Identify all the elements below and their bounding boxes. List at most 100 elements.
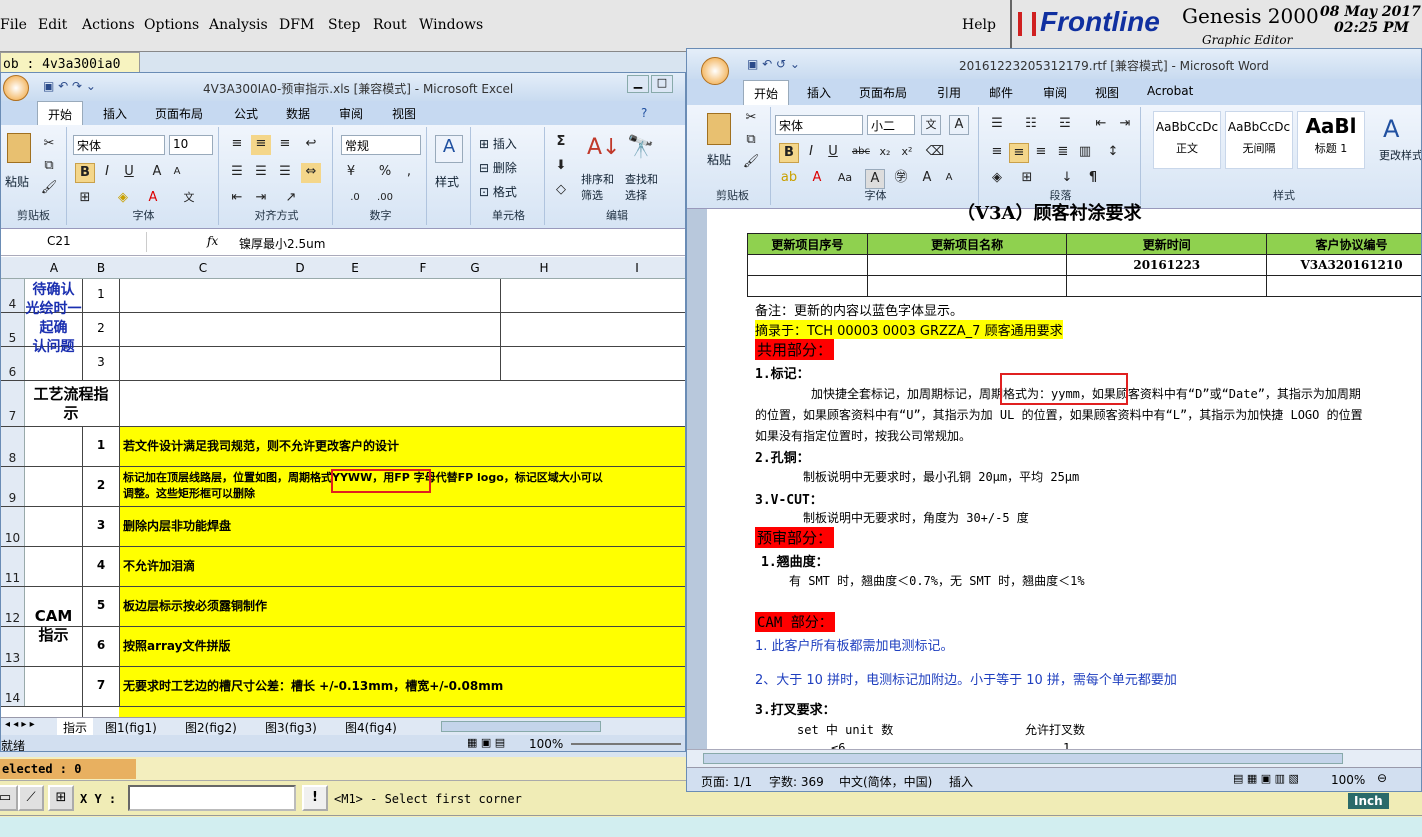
enclose-char-icon[interactable]: ㊫: [891, 169, 911, 189]
delete-cells-button[interactable]: ⊟ 删除: [479, 159, 517, 176]
col-a[interactable]: A: [25, 261, 83, 275]
col-d[interactable]: D: [287, 261, 313, 275]
sheet-grid[interactable]: 41 52 63 待确认 光绘时一起确 认问题 7 工艺流程指示 CAM 指示 …: [1, 279, 685, 717]
table-cell[interactable]: [747, 275, 868, 297]
table-cell[interactable]: [1266, 275, 1421, 297]
indent-increase-icon[interactable]: ⇥: [251, 189, 271, 209]
autosum-icon[interactable]: Σ: [551, 133, 571, 153]
col-b[interactable]: B: [83, 261, 119, 275]
paste-button[interactable]: 粘贴: [707, 151, 731, 168]
numbering-icon[interactable]: ☷: [1021, 115, 1041, 135]
justify-icon[interactable]: ≣: [1053, 143, 1073, 163]
tab-data[interactable]: 数据: [286, 105, 310, 122]
tab-references[interactable]: 引用: [937, 84, 961, 101]
sheet-tab[interactable]: 图3(fig3): [265, 719, 317, 736]
view-buttons-icon[interactable]: ▦ ▣ ▤: [467, 736, 505, 749]
comma-icon[interactable]: ,: [399, 163, 419, 183]
font-name-select[interactable]: 宋体: [775, 115, 863, 135]
cell-b[interactable]: 7: [83, 678, 119, 692]
row-header[interactable]: 5: [1, 313, 25, 346]
paste-button[interactable]: 粘贴: [5, 173, 29, 190]
cell-c[interactable]: 若文件设计满足我司规范，则不允许更改客户的设计: [119, 427, 685, 466]
tab-insert[interactable]: 插入: [807, 84, 831, 101]
col-h[interactable]: H: [501, 261, 587, 275]
sheet-tab[interactable]: 图1(fig1): [105, 719, 157, 736]
number-format-select[interactable]: 常规: [341, 135, 421, 155]
align-bottom-icon[interactable]: ≡: [275, 135, 295, 155]
bold-button[interactable]: B: [779, 143, 799, 163]
cell-b[interactable]: 5: [83, 598, 119, 612]
table-cell[interactable]: [866, 254, 1068, 276]
find-select-button[interactable]: 查找和选择: [625, 171, 667, 203]
format-painter-icon[interactable]: 🖌: [741, 153, 761, 173]
sheet-tab[interactable]: 图2(fig2): [185, 719, 237, 736]
sheet-tab[interactable]: 图4(fig4): [345, 719, 397, 736]
subscript-button[interactable]: x₂: [875, 143, 895, 163]
table-cell[interactable]: [747, 254, 868, 276]
orientation-icon[interactable]: ↗: [281, 189, 301, 209]
row-header[interactable]: 9: [1, 467, 25, 506]
cell-b[interactable]: 2: [83, 321, 119, 335]
menu-actions[interactable]: Actions: [82, 17, 135, 33]
font-name-select[interactable]: 宋体: [73, 135, 165, 155]
maximize-button[interactable]: □: [651, 75, 673, 93]
percent-icon[interactable]: %: [375, 163, 395, 183]
minimize-button[interactable]: ▁: [627, 75, 649, 93]
format-painter-icon[interactable]: 🖌: [39, 179, 59, 199]
cell-b[interactable]: 1: [83, 287, 119, 301]
menu-analysis[interactable]: Analysis: [209, 17, 268, 33]
menu-options[interactable]: Options: [144, 17, 199, 33]
page-count[interactable]: 页面: 1/1: [701, 773, 752, 790]
quick-access-icon[interactable]: ▣ ↶ ↺ ⌄: [747, 57, 800, 71]
unit-button[interactable]: Inch: [1348, 793, 1389, 809]
grow-font-icon[interactable]: A: [917, 169, 937, 189]
cell-b[interactable]: 3: [83, 355, 119, 369]
align-center-icon[interactable]: ≡: [1009, 143, 1029, 163]
sort-icon[interactable]: ↓: [1057, 169, 1077, 189]
tab-view[interactable]: 视图: [392, 105, 416, 122]
menu-edit[interactable]: Edit: [38, 17, 67, 33]
document-area[interactable]: （V3A）顾客衬涂要求 更新项目序号 更新项目名称 更新时间 客户协议编号 20…: [687, 203, 1421, 757]
row-header[interactable]: 7: [1, 381, 25, 426]
row-header[interactable]: 14: [1, 667, 25, 706]
cut-icon[interactable]: ✂: [39, 135, 59, 155]
styles-button[interactable]: 样式: [435, 173, 459, 190]
decrease-decimal-icon[interactable]: .00: [375, 189, 395, 209]
cell-b[interactable]: 6: [83, 638, 119, 652]
bold-button[interactable]: B: [75, 163, 95, 183]
copy-icon[interactable]: ⧉: [39, 157, 59, 177]
measure-icon[interactable]: ⟋: [18, 785, 44, 811]
grid-icon[interactable]: ⊞: [48, 785, 74, 811]
tab-mailings[interactable]: 邮件: [989, 84, 1013, 101]
align-left-icon[interactable]: ☰: [227, 163, 247, 183]
table-cell[interactable]: [866, 275, 1068, 297]
format-cells-button[interactable]: ⊡ 格式: [479, 183, 517, 200]
col-f[interactable]: F: [397, 261, 449, 275]
row-header[interactable]: 10: [1, 507, 25, 546]
cell-b[interactable]: 3: [83, 518, 119, 532]
style-no-spacing[interactable]: AaBbCcDc 无间隔: [1225, 111, 1293, 169]
font-size-select[interactable]: 10: [169, 135, 213, 155]
bullets-icon[interactable]: ☰: [987, 115, 1007, 135]
save-icon[interactable]: ▣ ↶ ↷ ⌄: [43, 79, 96, 93]
tab-home[interactable]: 开始: [743, 80, 790, 106]
highlight-icon[interactable]: ab: [779, 169, 799, 189]
zoom-out-icon[interactable]: ⊖: [1377, 771, 1387, 785]
clear-icon[interactable]: ◇: [551, 181, 571, 201]
menu-help[interactable]: Help: [962, 17, 996, 33]
tab-page-layout[interactable]: 页面布局: [859, 84, 907, 101]
name-box[interactable]: C21: [1, 232, 147, 252]
tool-button-1[interactable]: ▭: [0, 785, 18, 811]
word-count[interactable]: 字数: 369: [769, 773, 824, 790]
font-color-icon[interactable]: A: [143, 189, 163, 209]
row-header[interactable]: 6: [1, 347, 25, 380]
wrap-text-icon[interactable]: ↩: [301, 135, 321, 155]
line-spacing-icon[interactable]: ↕: [1103, 143, 1123, 163]
copy-icon[interactable]: ⧉: [741, 131, 761, 151]
shrink-font-icon[interactable]: A: [167, 163, 187, 183]
find-icon[interactable]: 🔭: [627, 135, 654, 160]
horizontal-scrollbar[interactable]: [441, 721, 601, 732]
table-cell[interactable]: V3A320161210: [1266, 254, 1421, 276]
char-border-icon[interactable]: A: [949, 115, 969, 135]
tab-review[interactable]: 审阅: [1043, 84, 1067, 101]
